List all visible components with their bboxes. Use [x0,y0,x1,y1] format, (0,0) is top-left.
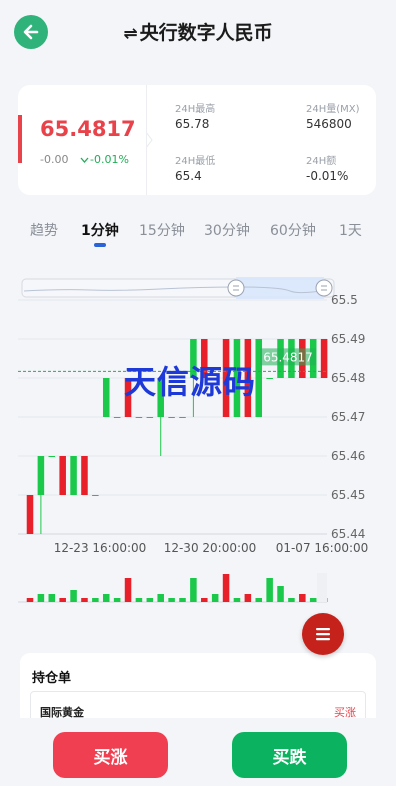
card-notch [146,132,153,148]
header: ⇌ 央行数字人民币 [0,0,396,66]
volume-scroll-hint [317,573,327,602]
volume-bar [37,594,45,602]
overview-window [236,277,324,299]
volume-bar [70,590,77,602]
stat-label-volume: 24H量(MX) [306,104,360,115]
kline-chart[interactable]: 65.5 65.49 65.48 65.47 65.46 65.45 65.44 12-23 … [0,265,396,610]
candle [102,378,110,417]
volume-bar [244,594,252,602]
x-tick-label: 01-07 16:00:00 [276,541,369,555]
y-tick-label: 65.44 [331,527,365,541]
handle-circle [315,279,333,297]
volume-bar [81,598,88,602]
price-change-pct-text: -0.01% [90,153,129,166]
action-bar: 买涨 买跌 [0,718,396,786]
candle [168,417,175,418]
watermark-text: 天信源码 [124,363,257,401]
volume-bar [233,598,241,602]
candle [26,495,34,534]
overview-handle-right[interactable] [315,279,333,297]
candle [320,339,328,378]
volume-bar [124,578,132,602]
volume-bar [59,598,66,602]
volume-bar [255,598,263,602]
stat-value-low: 65.4 [175,169,202,183]
candle [266,378,273,379]
price-indicator-bar [18,115,22,163]
volume-bar [277,586,284,602]
volume-bar [201,598,208,602]
y-tick-label: 65.49 [331,332,365,346]
volume-bar [309,598,317,602]
tab-trend[interactable]: 趋势 [30,220,58,240]
price-change-pct: -0.01% [80,153,129,166]
volume-bar [299,594,306,602]
volume-bar [168,598,175,602]
volume-bar [48,594,56,602]
candle [179,417,186,418]
stat-label-high: 24H最高 [175,104,216,115]
page-title: ⇌ 央行数字人民币 [0,18,396,45]
stat-value-amount: -0.01% [306,169,349,183]
price-card: 65.4817 -0.00 -0.01% 24H最高 65.78 24H量(MX… [18,85,376,195]
volume-bar [157,594,164,602]
stat-value-volume: 546800 [306,117,352,131]
down-arrow-icon [80,157,89,163]
candle [48,456,56,457]
overview-handle-left[interactable] [227,279,245,297]
menu-fab-button[interactable] [302,613,344,655]
interval-tabs: 趋势 1分钟 15分钟 30分钟 60分钟 1天 [0,220,396,250]
volume-bar [113,598,121,602]
y-tick-label: 65.48 [331,371,365,385]
y-tick-label: 65.45 [331,488,365,502]
volume-bar [190,578,197,602]
y-tick-label: 65.5 [331,293,358,307]
active-tab-indicator [94,243,106,247]
candle [59,456,66,495]
last-price-label: 65.4817 [263,350,313,364]
y-tick-label: 65.46 [331,449,365,463]
volume-bar [211,594,219,602]
x-tick-label: 12-30 20:00:00 [164,541,257,555]
price-change: -0.00 [40,153,69,166]
volume-bar [92,598,99,602]
candle [146,417,154,418]
y-tick-label: 65.47 [331,410,365,424]
tab-15min[interactable]: 15分钟 [139,220,185,240]
volume-bar [266,578,273,602]
stat-value-high: 65.78 [175,117,210,131]
candle [37,456,45,495]
candle [81,456,88,495]
tab-60min[interactable]: 60分钟 [270,220,316,240]
volume-bar [288,598,295,602]
current-price: 65.4817 [40,117,136,141]
stat-label-low: 24H最低 [175,156,216,167]
volume-bar [102,594,110,602]
tab-1day[interactable]: 1天 [339,220,362,240]
candle [113,417,121,418]
page-title-text: 央行数字人民币 [139,22,273,44]
buy-up-button[interactable]: 买涨 [53,732,168,778]
volume-bar [26,598,34,602]
tab-1min[interactable]: 1分钟 [81,220,119,240]
candle [135,417,143,418]
volume-bar [146,598,154,602]
buy-down-button[interactable]: 买跌 [232,732,347,778]
volume-bar [135,598,143,602]
candle [92,495,99,496]
x-tick-label: 12-23 16:00:00 [54,541,147,555]
volume-bar [222,574,230,602]
card-divider [146,85,147,195]
menu-icon [316,628,330,641]
volume-bar [179,598,186,602]
tab-30min[interactable]: 30分钟 [204,220,250,240]
candle [70,456,77,495]
holdings-title: 持仓单 [32,671,72,686]
handle-circle [227,279,245,297]
swap-icon[interactable]: ⇌ [123,24,137,44]
stat-label-amount: 24H额 [306,156,337,167]
